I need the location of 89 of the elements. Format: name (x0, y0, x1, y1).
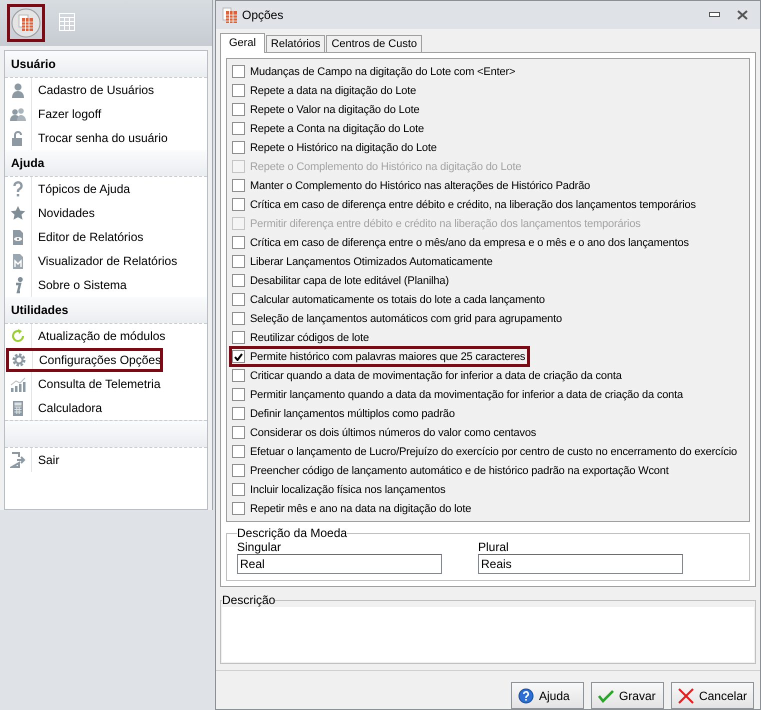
option-label: Manter o Complemento do Histórico nas alterações de Histórico Padrão (250, 180, 590, 192)
group-title: Descrição (222, 593, 276, 608)
option-label: Repete o Valor na digitação do Lote (250, 104, 420, 116)
dialog-button[interactable]: Cancelar (670, 682, 754, 709)
option-label: Mudanças de Campo na digitação do Lote com <Enter> (250, 66, 516, 78)
option-label: Crítica em caso de diferença entre débito e crédito, na liberação dos lançamentos temporários (250, 198, 696, 211)
field-label: Plural (478, 540, 510, 554)
option-label: Preencher código de lançamento automático e de histórico padrão na exportação Wcont (250, 464, 669, 477)
checkbox[interactable] (232, 103, 245, 116)
menu-item[interactable]: Consulta de Telemetria (5, 372, 207, 396)
option-label: Permite histórico com palavras maiores que 25 caracteres (250, 350, 526, 363)
checkbox[interactable] (232, 84, 245, 98)
refresh-icon (10, 328, 26, 344)
menu-item[interactable]: Configurações Opções (6, 348, 163, 372)
checkbox[interactable] (232, 369, 245, 382)
option-label: Calcular automaticamente os totais do lote a cada lançamento (250, 294, 545, 306)
checkbox[interactable] (232, 483, 245, 496)
field-label: Singular (237, 540, 282, 554)
checkbox[interactable] (232, 426, 245, 440)
checkbox[interactable] (232, 274, 245, 288)
option-label: Crítica em caso de diferença entre o mês/ano da empresa e o mês e o ano dos lançamentos (250, 236, 689, 249)
checkbox[interactable] (232, 502, 245, 516)
section-header: Utilidades (5, 297, 207, 324)
tab[interactable]: Centros de Custo (326, 35, 422, 52)
person-icon (10, 82, 26, 98)
close-icon[interactable] (736, 10, 748, 20)
menu-item[interactable]: Fazer logoff (5, 102, 207, 126)
checkbox[interactable] (232, 350, 245, 364)
menu-item[interactable]: Cadastro de Usuários (5, 78, 207, 102)
checkbox[interactable] (232, 198, 245, 212)
option-label: Repete a Conta na digitação do Lote (250, 122, 424, 135)
window-title: Opções (242, 8, 284, 22)
option-label: Incluir localização física nos lançamentos (250, 484, 446, 496)
option-label: Reutilizar códigos de lote (250, 332, 370, 344)
help-icon (518, 688, 534, 704)
section-header: Ajuda (5, 150, 207, 177)
option-label: Permitir lançamento quando a data da movimentação for inferior a data de criação da conta (250, 388, 684, 401)
document-m-icon (10, 252, 26, 270)
checkbox[interactable] (232, 141, 245, 154)
checkbox[interactable] (232, 331, 245, 344)
option-label: Permitir diferença entre débito e crédito na liberação dos lançamentos temporários (250, 218, 641, 230)
document-eye-icon (10, 228, 26, 246)
option-label: Repete o Complemento do Histórico na digitação do Lote (250, 160, 522, 173)
option-label: Repetir mês e ano na data na digitação do lote (250, 502, 472, 515)
input-field[interactable]: Reais (478, 554, 683, 574)
menu-item[interactable]: Tópicos de Ajuda (5, 177, 207, 201)
tab[interactable]: Geral (220, 33, 265, 54)
option-label: Desabilitar capa de lote editável (Planilha) (250, 274, 449, 287)
checkbox[interactable] (232, 407, 245, 420)
star-icon (10, 204, 26, 222)
gear-icon (11, 352, 27, 368)
checkbox[interactable] (232, 122, 245, 136)
option-label: Seleção de lançamentos automáticos com grid para agrupamento (250, 312, 562, 325)
option-label: Considerar os dois últimos números do valor como centavos (250, 426, 536, 439)
minimize-icon[interactable] (708, 12, 720, 18)
checkmark-icon (598, 688, 614, 704)
tab[interactable]: Relatórios (266, 35, 326, 52)
checkbox[interactable] (232, 388, 245, 402)
option-label: Efetuar o lançamento de Lucro/Prejuízo do exercício por centro de custo no encerramento do exercício (250, 446, 738, 458)
calculator-icon (222, 7, 238, 24)
option-label: Criticar quando a data de movimentação for inferior a data de criação da conta (250, 370, 622, 382)
option-label: Definir lançamentos múltiplos como padrão (250, 408, 455, 420)
menu-item[interactable]: Atualização de módulos (5, 324, 207, 348)
bar-chart-icon (10, 376, 26, 392)
calculator-icon (10, 400, 26, 416)
checkbox[interactable] (232, 293, 245, 306)
cross-icon (678, 688, 694, 704)
option-label: Repete o Histórico na digitação do Lote (250, 142, 437, 154)
menu-item[interactable]: Visualizador de Relatórios (5, 249, 207, 273)
checkbox[interactable] (232, 255, 245, 268)
checkbox[interactable] (232, 312, 245, 326)
menu-item[interactable]: Editor de Relatórios (5, 225, 207, 249)
group-title: Descrição da Moeda (237, 526, 348, 540)
app-menu-button[interactable] (7, 4, 45, 42)
option-label: Liberar Lançamentos Otimizados Automaticamente (250, 256, 493, 268)
two-people-icon (10, 106, 26, 122)
dialog-button[interactable]: Gravar (590, 682, 664, 709)
checkbox[interactable] (232, 236, 245, 250)
checkbox[interactable] (232, 65, 245, 78)
checkbox[interactable] (232, 464, 245, 478)
checkbox[interactable] (232, 179, 245, 192)
input-field[interactable]: Real (237, 554, 442, 574)
exit-icon (10, 452, 26, 468)
dialog-button[interactable]: Ajuda (510, 682, 584, 709)
option-label: Repete a data na digitação do Lote (250, 84, 416, 97)
menu-item[interactable]: Novidades (5, 201, 207, 225)
checkbox[interactable] (232, 445, 245, 458)
section-header: Usuário (5, 51, 207, 78)
menu-item[interactable]: Sair (5, 448, 207, 472)
